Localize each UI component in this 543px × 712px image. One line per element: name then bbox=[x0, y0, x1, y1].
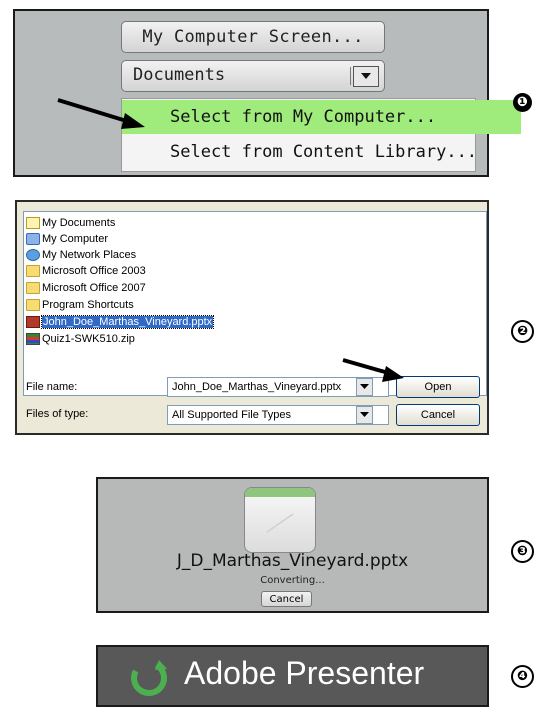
chevron-down-icon bbox=[360, 412, 369, 417]
adobe-presenter-banner: Adobe Presenter bbox=[96, 645, 489, 707]
adobe-presenter-logo-icon bbox=[131, 659, 167, 696]
list-item[interactable]: Quiz1-SWK510.zip bbox=[26, 331, 135, 347]
file-name-label: File name: bbox=[26, 381, 78, 393]
my-documents-icon bbox=[26, 217, 40, 229]
network-places-icon bbox=[26, 249, 40, 261]
menu-item-select-from-my-computer[interactable]: Select from My Computer... bbox=[122, 100, 521, 134]
documents-dropdown-value: Documents bbox=[133, 65, 226, 85]
zip-archive-icon bbox=[26, 333, 40, 345]
my-computer-screen-button[interactable]: My Computer Screen... bbox=[121, 21, 385, 53]
source-menu: Select from My Computer... Select from C… bbox=[121, 98, 521, 172]
files-of-type-label: Files of type: bbox=[26, 408, 89, 420]
my-computer-icon bbox=[26, 233, 40, 245]
step-number-1: ❶ bbox=[513, 93, 532, 112]
document-preview-icon bbox=[266, 513, 294, 533]
converting-panel: J_D_Marthas_Vineyard.pptx Converting... … bbox=[96, 477, 489, 613]
files-of-type-value: All Supported File Types bbox=[172, 409, 292, 421]
file-list: My Documents My Computer My Network Plac… bbox=[23, 211, 487, 396]
cancel-conversion-button[interactable]: Cancel bbox=[261, 591, 312, 607]
list-item[interactable]: My Computer bbox=[26, 231, 108, 247]
file-name-value: John_Doe_Marthas_Vineyard.pptx bbox=[172, 381, 342, 393]
files-of-type-dropdown-button[interactable] bbox=[356, 406, 373, 424]
menu-item-select-from-content-library[interactable]: Select from Content Library... bbox=[122, 135, 521, 169]
file-open-dialog: My Documents My Computer My Network Plac… bbox=[15, 200, 489, 435]
arrow-pointer-icon bbox=[57, 98, 145, 129]
dropdown-separator bbox=[350, 67, 351, 85]
file-thumbnail bbox=[244, 487, 316, 553]
folder-icon bbox=[26, 299, 40, 311]
upload-menu-panel: My Computer Screen... Documents Select f… bbox=[13, 9, 521, 177]
step-number-2: ❷ bbox=[511, 320, 534, 343]
app-title: Adobe Presenter bbox=[184, 655, 425, 691]
list-item[interactable]: My Documents bbox=[26, 215, 115, 231]
dropdown-arrow-button[interactable] bbox=[353, 66, 379, 87]
converting-status: Converting... bbox=[260, 575, 325, 586]
powerpoint-file-icon bbox=[26, 316, 40, 328]
cancel-button[interactable]: Cancel bbox=[396, 404, 480, 426]
documents-dropdown[interactable]: Documents bbox=[121, 60, 385, 92]
step-number-4: ❹ bbox=[511, 665, 534, 688]
list-item[interactable]: Program Shortcuts bbox=[26, 297, 134, 313]
list-item[interactable]: My Network Places bbox=[26, 247, 136, 263]
list-item[interactable]: Microsoft Office 2007 bbox=[26, 280, 146, 296]
folder-icon bbox=[26, 265, 40, 277]
list-item-selected[interactable]: John_Doe_Marthas_Vineyard.pptx bbox=[26, 314, 215, 330]
chevron-down-icon bbox=[361, 73, 371, 79]
arrow-pointer-icon bbox=[342, 358, 404, 382]
converting-file-name: J_D_Marthas_Vineyard.pptx bbox=[176, 551, 409, 571]
step-number-3: ❸ bbox=[511, 540, 534, 563]
list-item[interactable]: Microsoft Office 2003 bbox=[26, 263, 146, 279]
folder-icon bbox=[26, 282, 40, 294]
